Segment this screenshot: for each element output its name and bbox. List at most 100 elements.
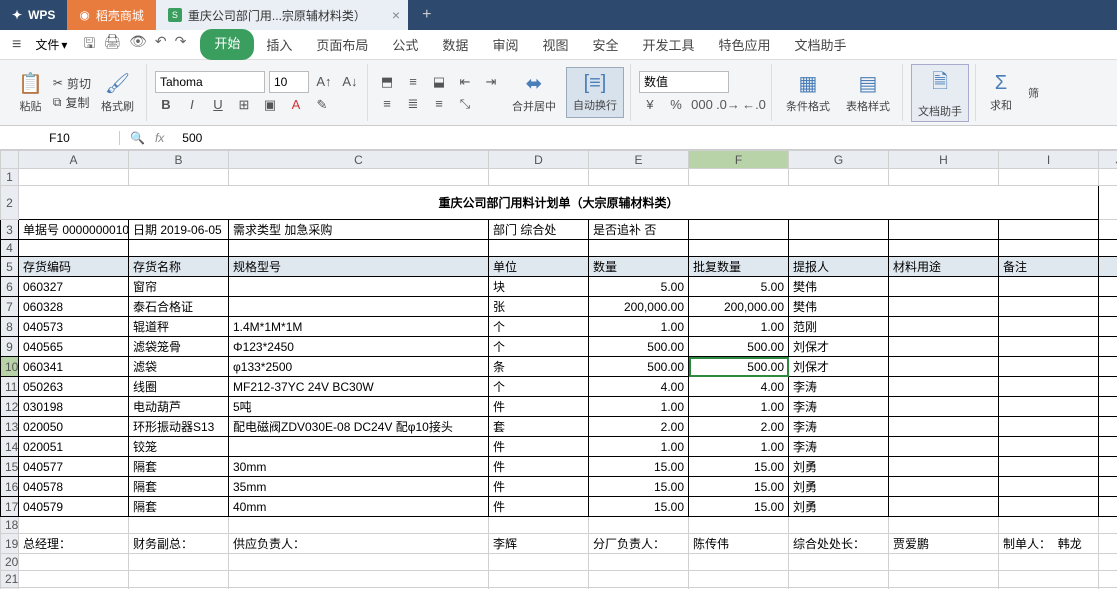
cell[interactable]: 刘勇	[789, 477, 889, 497]
cell[interactable]	[689, 169, 789, 186]
cell[interactable]: 线圈	[129, 377, 229, 397]
cell[interactable]: 隔套	[129, 477, 229, 497]
cell[interactable]: 2.00	[589, 417, 689, 437]
cell[interactable]	[889, 220, 999, 240]
cell[interactable]: 件	[489, 437, 589, 457]
italic-icon[interactable]: I	[181, 95, 203, 115]
row-header[interactable]: 11	[1, 377, 19, 397]
sum-button[interactable]: Σ求和	[984, 70, 1018, 115]
cell[interactable]	[889, 417, 999, 437]
cell[interactable]	[229, 169, 489, 186]
cell[interactable]	[889, 297, 999, 317]
cell[interactable]	[489, 240, 589, 257]
cell[interactable]: 个	[489, 377, 589, 397]
ribbon-tab-2[interactable]: 页面布局	[304, 29, 380, 60]
cell[interactable]	[999, 357, 1099, 377]
close-tab-icon[interactable]: ×	[392, 7, 400, 23]
cell[interactable]	[1099, 457, 1117, 477]
cell[interactable]: 个	[489, 317, 589, 337]
cell[interactable]	[889, 317, 999, 337]
col-header-B[interactable]: B	[129, 151, 229, 169]
cell[interactable]	[689, 220, 789, 240]
row-header[interactable]: 15	[1, 457, 19, 477]
cell[interactable]	[999, 517, 1099, 534]
cell[interactable]: 020051	[19, 437, 129, 457]
cell[interactable]	[889, 497, 999, 517]
cell[interactable]	[889, 240, 999, 257]
cell[interactable]	[1099, 477, 1117, 497]
row-header[interactable]: 12	[1, 397, 19, 417]
cell[interactable]	[999, 571, 1099, 588]
cell[interactable]	[1099, 297, 1117, 317]
name-box[interactable]: F10	[0, 131, 120, 145]
cell[interactable]: 存货名称	[129, 257, 229, 277]
col-header-A[interactable]: A	[19, 151, 129, 169]
cell[interactable]	[229, 437, 489, 457]
hamburger-icon[interactable]: ≡	[8, 36, 25, 54]
cell[interactable]: 套	[489, 417, 589, 437]
cell[interactable]: Φ123*2450	[229, 337, 489, 357]
cell[interactable]: 1.00	[689, 317, 789, 337]
cell[interactable]: 刘保才	[789, 357, 889, 377]
cell[interactable]	[229, 554, 489, 571]
cell[interactable]: 060328	[19, 297, 129, 317]
cell[interactable]: 050263	[19, 377, 129, 397]
cell[interactable]: 条	[489, 357, 589, 377]
cell[interactable]: 电动葫芦	[129, 397, 229, 417]
row-header[interactable]: 13	[1, 417, 19, 437]
cell[interactable]: 5吨	[229, 397, 489, 417]
cell[interactable]: 5.00	[689, 277, 789, 297]
ribbon-tab-7[interactable]: 安全	[580, 29, 630, 60]
increase-font-icon[interactable]: A↑	[313, 72, 335, 92]
font-size-combo[interactable]	[269, 71, 309, 93]
cell[interactable]: 铰笼	[129, 437, 229, 457]
cell[interactable]: 4.00	[689, 377, 789, 397]
cell[interactable]	[889, 377, 999, 397]
cell[interactable]: 块	[489, 277, 589, 297]
cell[interactable]	[589, 554, 689, 571]
cell[interactable]	[889, 571, 999, 588]
cell[interactable]	[789, 220, 889, 240]
cell[interactable]	[889, 477, 999, 497]
cond-format-button[interactable]: ▦条件格式	[780, 69, 836, 116]
cell[interactable]: 滤袋笼骨	[129, 337, 229, 357]
cell[interactable]: 040577	[19, 457, 129, 477]
cell[interactable]	[999, 297, 1099, 317]
row-header[interactable]: 17	[1, 497, 19, 517]
cell[interactable]: 陈传伟	[689, 534, 789, 554]
col-header-H[interactable]: H	[889, 151, 999, 169]
formula-input[interactable]	[174, 131, 1117, 145]
cell[interactable]	[1099, 169, 1117, 186]
cell[interactable]	[889, 397, 999, 417]
cell[interactable]	[229, 277, 489, 297]
select-all-corner[interactable]	[1, 151, 19, 169]
cell[interactable]	[129, 240, 229, 257]
cell[interactable]: 材料用途	[889, 257, 999, 277]
cell[interactable]: 制单人： 韩龙	[999, 534, 1099, 554]
cell[interactable]	[999, 317, 1099, 337]
cell[interactable]	[489, 554, 589, 571]
row-header[interactable]: 16	[1, 477, 19, 497]
align-right-icon[interactable]: ≡	[428, 94, 450, 114]
cell[interactable]: MF212-37YC 24V BC30W	[229, 377, 489, 397]
decrease-font-icon[interactable]: A↓	[339, 72, 361, 92]
percent-icon[interactable]: %	[665, 95, 687, 115]
bold-icon[interactable]: B	[155, 95, 177, 115]
cell[interactable]: 刘勇	[789, 497, 889, 517]
row-header[interactable]: 6	[1, 277, 19, 297]
cell[interactable]: 批复数量	[689, 257, 789, 277]
cell[interactable]	[19, 554, 129, 571]
col-header-G[interactable]: G	[789, 151, 889, 169]
cell[interactable]	[1099, 377, 1117, 397]
cell[interactable]: 件	[489, 497, 589, 517]
paste-button[interactable]: 📋粘贴	[12, 69, 49, 116]
cell[interactable]	[229, 517, 489, 534]
cell[interactable]: 15.00	[689, 497, 789, 517]
cell[interactable]	[999, 220, 1099, 240]
cell[interactable]	[129, 571, 229, 588]
cell[interactable]	[999, 437, 1099, 457]
cell[interactable]: 040578	[19, 477, 129, 497]
undo-icon[interactable]: ↶	[155, 33, 167, 57]
cell[interactable]: 060341	[19, 357, 129, 377]
orientation-icon[interactable]: ⤡	[454, 94, 476, 114]
